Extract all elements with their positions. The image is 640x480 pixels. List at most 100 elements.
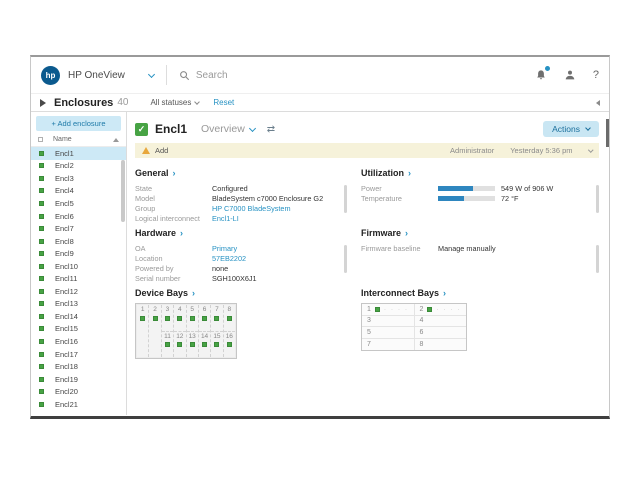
status-ok-icon [39,352,44,357]
relationships-map-icon[interactable] [267,124,275,135]
status-filter-label: All statuses [150,98,191,107]
device-bay[interactable]: 2 [149,305,160,357]
device-bay[interactable]: 4 [174,305,185,331]
device-bay[interactable]: 14 [199,331,210,358]
user-menu-button[interactable] [564,69,576,81]
firmware-section-heading[interactable]: Firmware [361,228,599,238]
bay-number: 11 [164,334,171,341]
view-selector[interactable]: Overview [201,123,245,135]
field-link[interactable]: Encl1-LI [212,214,239,223]
enclosure-list-item[interactable]: Encl14 [31,310,126,323]
status-ok-icon [140,316,145,321]
enclosure-list-item[interactable]: Encl19 [31,373,126,386]
hardware-section-heading[interactable]: Hardware [135,228,347,238]
interconnect-bay[interactable]: 4 [415,316,467,327]
field-row: StateConfigured [135,183,347,193]
status-filter-dropdown[interactable]: All statuses [150,98,199,107]
device-bay[interactable]: 1 [137,305,148,357]
section-scrollbar-thumb[interactable] [344,185,347,213]
device-bay[interactable]: 5 [187,305,198,331]
device-bay[interactable]: 12 [174,331,185,358]
window-scrollbar-thumb[interactable] [606,119,609,147]
device-bay-column: 2 [149,305,161,357]
enclosure-list-item[interactable]: Encl21 [31,398,126,411]
field-label: Group [135,204,212,213]
view-chevron-down-icon[interactable] [249,124,256,131]
utilization-bar [438,186,495,191]
enclosure-list-item[interactable]: Encl4 [31,185,126,198]
enclosure-list-item[interactable]: Encl7 [31,222,126,235]
help-button[interactable]: ? [593,69,599,81]
general-fields: StateConfiguredModelBladeSystem c7000 En… [135,183,347,224]
device-bay[interactable]: 7 [211,305,222,331]
search-input[interactable] [196,70,406,81]
interconnect-bay[interactable]: 6 [415,327,467,338]
enclosure-list-item[interactable]: Encl8 [31,235,126,248]
interconnect-bays-section-heading[interactable]: Interconnect Bays [361,288,599,298]
enclosure-list-item[interactable]: Encl1 [31,147,126,160]
interconnect-bay[interactable]: 7 [362,339,415,351]
reset-filter-link[interactable]: Reset [213,98,234,107]
section-scrollbar-thumb[interactable] [596,245,599,273]
notifications-button[interactable] [535,69,547,81]
device-bay[interactable]: 13 [187,331,198,358]
enclosure-name: Encl11 [55,274,77,283]
bay-number: 3 [367,317,371,324]
main-menu-expand-icon[interactable] [40,99,46,107]
actions-button[interactable]: Actions [543,121,599,137]
enclosure-list-item[interactable]: Encl18 [31,360,126,373]
enclosure-list-item[interactable]: Encl20 [31,385,126,398]
status-ok-icon [190,316,195,321]
notice-expand-chevron-icon[interactable] [588,147,593,152]
enclosure-list-item[interactable]: Encl12 [31,285,126,298]
enclosure-list-item[interactable]: Encl17 [31,348,126,361]
enclosure-sidebar: + Add enclosure Name Encl1Encl2Encl3Encl… [31,112,127,415]
collapse-panel-icon[interactable] [596,100,600,106]
device-bays-section-heading[interactable]: Device Bays [135,288,347,298]
name-column-header[interactable]: Name [53,136,72,143]
utilization-section-heading[interactable]: Utilization [361,168,599,178]
field-row: GroupHP C7000 BladeSystem [135,203,347,213]
enclosure-list-item[interactable]: Encl6 [31,210,126,223]
enclosure-list-item[interactable]: Encl16 [31,335,126,348]
general-section-heading[interactable]: General [135,168,347,178]
interconnect-bay[interactable]: 1· · · · [362,304,415,315]
device-bay[interactable]: 16 [224,331,235,358]
enclosure-list-item[interactable]: Encl2 [31,160,126,173]
field-link[interactable]: 57EB2202 [212,254,246,263]
field-link[interactable]: HP C7000 BladeSystem [212,204,291,213]
device-bay[interactable]: 15 [211,331,222,358]
enclosure-list-item[interactable]: Encl13 [31,298,126,311]
device-bay[interactable]: 3 [162,305,173,331]
sidebar-scrollbar-thumb[interactable] [121,160,125,222]
interconnect-bay[interactable]: 5 [362,327,415,338]
enclosure-list-item[interactable]: Encl3 [31,172,126,185]
interconnect-bays-section: Interconnect Bays 1· · · ·2· · · · 3 45678 [361,288,599,351]
device-bay[interactable]: 6 [199,305,210,331]
enclosure-list-item[interactable]: Encl9 [31,247,126,260]
enclosure-list-item[interactable]: Encl15 [31,323,126,336]
bay-number: 14 [201,334,208,341]
enclosure-name: Encl17 [55,350,78,359]
field-link[interactable]: Primary [212,244,237,253]
list-header[interactable]: Name [31,134,126,147]
device-bay-column: 513 [187,305,199,357]
enclosure-list-item[interactable]: Encl5 [31,197,126,210]
activity-time: Yesterday 5:36 pm [510,146,572,155]
warning-triangle-icon [142,147,150,154]
enclosure-list-item[interactable]: Encl11 [31,272,126,285]
device-bay[interactable]: 11 [162,331,173,358]
interconnect-bay[interactable]: 2· · · · [415,304,467,315]
enclosure-list-item[interactable]: Encl10 [31,260,126,273]
resource-count: 40 [117,97,128,108]
activity-notice-bar[interactable]: Add Administrator Yesterday 5:36 pm [135,143,599,158]
section-scrollbar-thumb[interactable] [344,245,347,273]
section-scrollbar-thumb[interactable] [596,185,599,213]
page-title[interactable]: Enclosures [54,97,113,109]
interconnect-bay[interactable]: 3 [362,316,415,327]
device-bay[interactable]: 8 [224,305,235,331]
main-menu-chevron-down-icon[interactable] [148,70,155,77]
bay-number: 2 [153,307,157,314]
interconnect-bay[interactable]: 8 [415,339,467,351]
add-enclosure-button[interactable]: + Add enclosure [36,116,121,131]
